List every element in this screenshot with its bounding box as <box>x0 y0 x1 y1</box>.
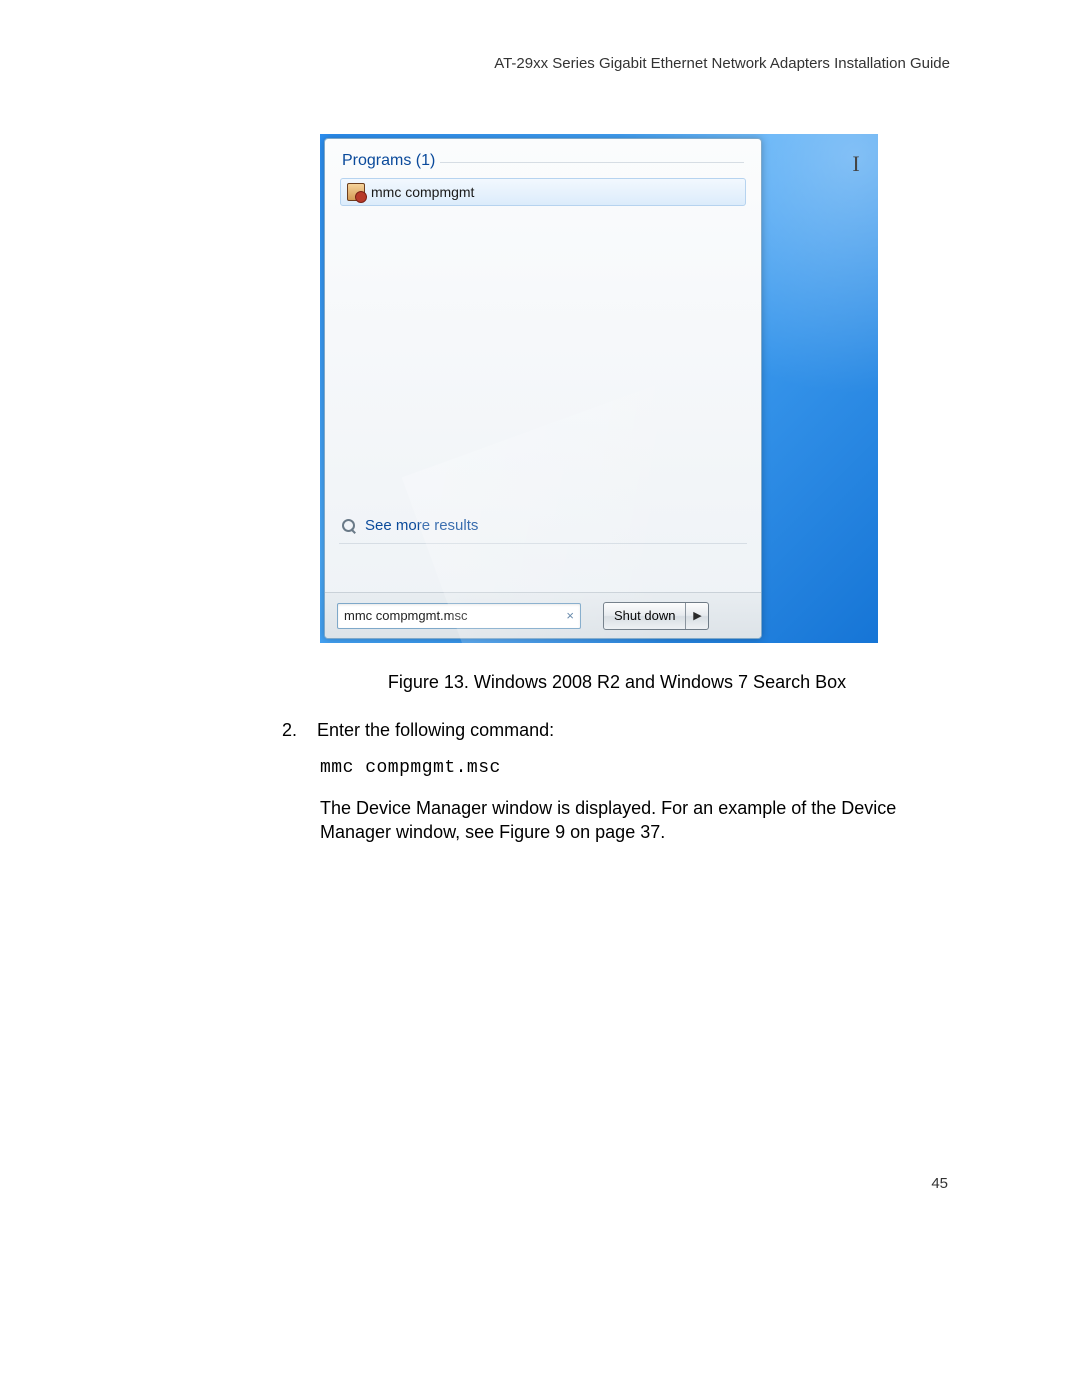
start-menu-results-area: Programs (1) mmc compmgmt See mo <box>325 139 761 592</box>
figure-desktop-background: I Programs (1) mmc compmgmt <box>320 134 878 643</box>
figure-caption: Figure 13. Windows 2008 R2 and Windows 7… <box>376 672 858 693</box>
magnifier-icon <box>341 518 357 534</box>
shutdown-options-arrow[interactable]: ▶ <box>686 603 708 629</box>
clear-search-icon[interactable]: × <box>566 608 574 623</box>
start-menu-panel: Programs (1) mmc compmgmt See mo <box>324 138 762 639</box>
search-result-item[interactable]: mmc compmgmt <box>340 178 746 206</box>
see-more-results-link[interactable]: See more results <box>341 517 745 534</box>
text-cursor-icon: I <box>850 154 862 174</box>
search-result-label: mmc compmgmt <box>371 184 474 200</box>
group-divider <box>440 162 744 163</box>
page-number: 45 <box>931 1175 948 1192</box>
search-input[interactable]: mmc compmgmt.msc × <box>337 603 581 629</box>
chevron-right-icon: ▶ <box>693 609 701 622</box>
search-input-value: mmc compmgmt.msc <box>344 608 468 623</box>
running-header: AT-29xx Series Gigabit Ethernet Network … <box>494 55 950 72</box>
shutdown-split-button[interactable]: Shut down ▶ <box>603 602 709 630</box>
shutdown-label: Shut down <box>614 608 675 623</box>
body-paragraph: The Device Manager window is displayed. … <box>320 796 900 845</box>
see-more-label: See more results <box>365 517 478 534</box>
command-text: mmc compmgmt.msc <box>320 758 501 778</box>
programs-group-label: Programs (1) <box>342 152 746 170</box>
programs-group: Programs (1) mmc compmgmt <box>339 151 747 207</box>
step-2: 2. Enter the following command: <box>282 718 900 742</box>
step-text: Enter the following command: <box>317 720 554 740</box>
start-menu-bottom-bar: mmc compmgmt.msc × Shut down ▶ <box>325 592 761 638</box>
document-page: AT-29xx Series Gigabit Ethernet Network … <box>0 0 1080 1397</box>
divider <box>339 543 747 544</box>
shutdown-button[interactable]: Shut down <box>604 603 686 629</box>
step-number: 2. <box>282 718 312 742</box>
mmc-snapin-icon <box>347 183 365 201</box>
